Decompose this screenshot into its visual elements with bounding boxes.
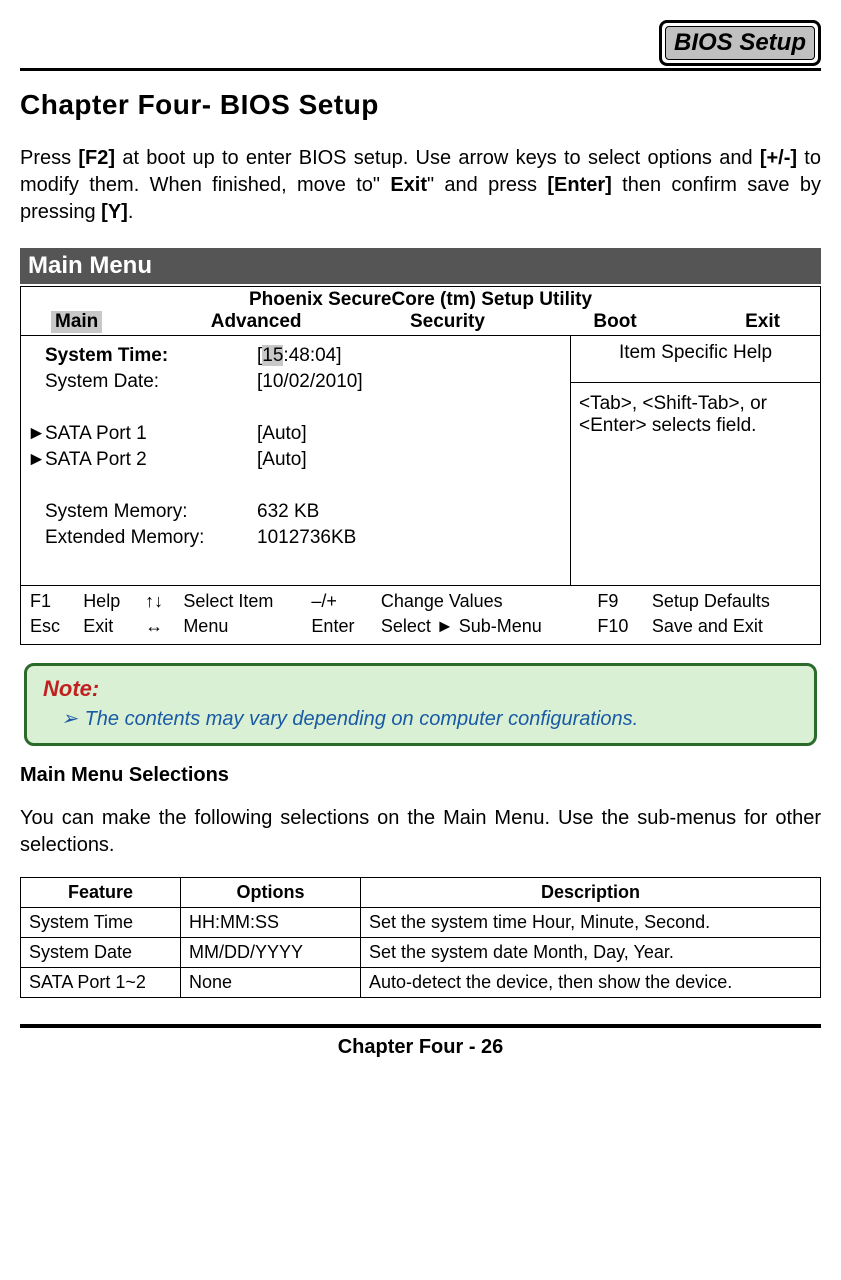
key-f2: [F2]	[78, 147, 115, 169]
subheading-main-menu-selections: Main Menu Selections	[20, 764, 821, 787]
system-memory-label: System Memory:	[45, 501, 255, 523]
help-panel-title: Item Specific Help	[571, 336, 820, 383]
section-header-main-menu: Main Menu	[20, 248, 821, 284]
key-updown: ↑↓	[144, 590, 180, 613]
bios-main-panel: System Time: [15:48:04] System Date: [10…	[21, 336, 570, 585]
bios-footer: F1 Help ↑↓ Select Item –/+ Change Values…	[21, 585, 820, 644]
key-esc: Esc	[29, 615, 80, 638]
cell-feature: SATA Port 1~2	[21, 968, 181, 998]
col-feature: Feature	[21, 878, 181, 908]
table-row: System Date MM/DD/YYYY Set the system da…	[21, 938, 821, 968]
key-plus-minus: [+/-]	[760, 147, 797, 169]
key-plusminus-label: Change Values	[380, 590, 595, 613]
key-f9: F9	[596, 590, 648, 613]
key-enter-label: Select ► Sub-Menu	[380, 615, 595, 638]
key-updown-label: Select Item	[182, 590, 308, 613]
table-row: SATA Port 1~2 None Auto-detect the devic…	[21, 968, 821, 998]
cell-description: Set the system time Hour, Minute, Second…	[361, 908, 821, 938]
key-f1: F1	[29, 590, 80, 613]
note-text: The contents may vary depending on compu…	[85, 708, 639, 730]
bios-screen: Phoenix SecureCore (tm) Setup Utility Ma…	[20, 286, 821, 645]
bottom-rule	[20, 1024, 821, 1028]
intro-text: at boot up to enter BIOS setup. Use arro…	[115, 147, 760, 169]
intro-text: " and press	[427, 174, 547, 196]
cell-description: Auto-detect the device, then show the de…	[361, 968, 821, 998]
col-options: Options	[181, 878, 361, 908]
selections-paragraph: You can make the following selections on…	[20, 805, 821, 859]
key-f1-label: Help	[82, 590, 142, 613]
sata-port-1-value[interactable]: [Auto]	[257, 422, 363, 446]
system-memory-value: 632 KB	[257, 500, 363, 524]
table-row: System Time HH:MM:SS Set the system time…	[21, 908, 821, 938]
cell-options: None	[181, 968, 361, 998]
note-box: Note: ➢ The contents may vary depending …	[24, 663, 817, 746]
bios-tab-exit[interactable]: Exit	[745, 311, 780, 333]
sata-port-2-value[interactable]: [Auto]	[257, 448, 363, 472]
key-exit: Exit	[390, 174, 427, 196]
system-date-label: System Date:	[45, 371, 255, 393]
cell-options: HH:MM:SS	[181, 908, 361, 938]
system-date-value[interactable]: [10/02/2010]	[257, 370, 363, 394]
cell-feature: System Date	[21, 938, 181, 968]
key-enter: Enter	[310, 615, 377, 638]
bios-utility-title: Phoenix SecureCore (tm) Setup Utility	[21, 287, 820, 311]
top-rule	[20, 68, 821, 71]
cell-options: MM/DD/YYYY	[181, 938, 361, 968]
key-plusminus: –/+	[310, 590, 377, 613]
system-time-label: System Time:	[45, 345, 255, 367]
intro-paragraph: Press [F2] at boot up to enter BIOS setu…	[20, 145, 821, 226]
selections-table: Feature Options Description System Time …	[20, 877, 821, 998]
key-f10-label: Save and Exit	[651, 615, 812, 638]
key-f10: F10	[596, 615, 648, 638]
header-badge-frame: BIOS Setup	[659, 20, 821, 66]
key-enter: [Enter]	[547, 174, 611, 196]
key-leftright: ↔	[144, 615, 180, 638]
bios-tab-security[interactable]: Security	[410, 311, 485, 333]
bios-body: System Time: [15:48:04] System Date: [10…	[21, 335, 820, 585]
key-f9-label: Setup Defaults	[651, 590, 812, 613]
bullet-triangle-icon: ➢	[61, 706, 79, 731]
bios-tab-main[interactable]: Main	[51, 311, 102, 333]
system-time-value-rest[interactable]: :48:04]	[283, 345, 341, 366]
extended-memory-value: 1012736KB	[257, 526, 363, 550]
chapter-title: Chapter Four- BIOS Setup	[20, 89, 821, 121]
note-title: Note:	[43, 676, 798, 702]
header-badge: BIOS Setup	[665, 26, 815, 60]
cell-description: Set the system date Month, Day, Year.	[361, 938, 821, 968]
extended-memory-label: Extended Memory:	[45, 527, 255, 549]
submenu-arrow-icon: ►	[27, 423, 46, 445]
page-footer: Chapter Four - 26	[20, 1036, 821, 1059]
note-body: ➢ The contents may vary depending on com…	[43, 706, 798, 731]
sata-port-2-label[interactable]: SATA Port 2	[45, 449, 255, 471]
cell-feature: System Time	[21, 908, 181, 938]
help-panel-body: <Tab>, <Shift-Tab>, or <Enter> selects f…	[571, 383, 820, 585]
submenu-arrow-icon: ►	[27, 449, 46, 471]
key-esc-label: Exit	[82, 615, 142, 638]
key-leftright-label: Menu	[182, 615, 308, 638]
bios-tab-advanced[interactable]: Advanced	[211, 311, 302, 333]
col-description: Description	[361, 878, 821, 908]
system-time-value-selected[interactable]: 15	[262, 345, 283, 366]
sata-port-1-label[interactable]: SATA Port 1	[45, 423, 255, 445]
intro-text: .	[128, 201, 134, 223]
bios-tabs: Main Advanced Security Boot Exit	[21, 311, 820, 335]
bios-tab-boot[interactable]: Boot	[593, 311, 636, 333]
intro-text: Press	[20, 147, 78, 169]
key-y: [Y]	[101, 201, 128, 223]
bios-help-panel: Item Specific Help <Tab>, <Shift-Tab>, o…	[570, 336, 820, 585]
